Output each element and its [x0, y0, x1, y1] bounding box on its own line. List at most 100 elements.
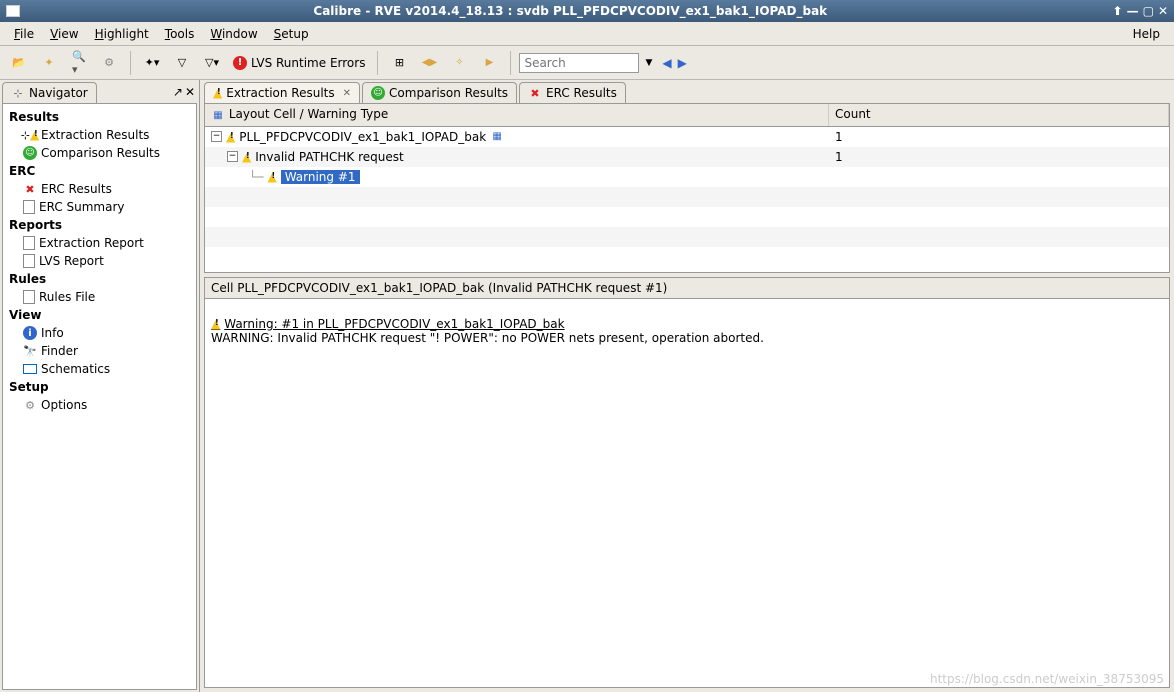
- main-area: ⊹ Navigator ↗ ✕ Results ⊹Extraction Resu…: [0, 80, 1174, 692]
- warn-icon: [226, 130, 235, 144]
- arrows-right-icon: ▶: [482, 56, 496, 70]
- tab-comparison-results[interactable]: ☺ Comparison Results: [362, 82, 517, 103]
- menu-highlight[interactable]: Highlight: [87, 25, 157, 43]
- binoculars-icon: 🔭: [23, 344, 37, 358]
- table-row-selected[interactable]: └─ Warning #1: [205, 167, 1169, 187]
- nav-info[interactable]: iInfo: [3, 324, 196, 342]
- gear-button[interactable]: ⚙: [96, 50, 122, 76]
- nav-popout[interactable]: ↗: [173, 85, 183, 99]
- window-title: Calibre - RVE v2014.4_18.13 : svdb PLL_P…: [28, 4, 1113, 18]
- open-button[interactable]: 📂: [6, 50, 32, 76]
- warn-icon: [211, 317, 220, 331]
- nav-erc-summary[interactable]: ERC Summary: [3, 198, 196, 216]
- lvs-runtime-errors[interactable]: ! LVS Runtime Errors: [229, 56, 369, 70]
- table-row[interactable]: − Invalid PATHCHK request 1: [205, 147, 1169, 167]
- warn-icon: [242, 150, 251, 164]
- gear-icon: ⚙: [23, 398, 37, 412]
- tab-erc-results[interactable]: ✖ ERC Results: [519, 82, 626, 103]
- search-prev[interactable]: ◀: [662, 56, 671, 70]
- arrows-left-icon: ◀▶: [422, 56, 436, 70]
- menu-help[interactable]: Help: [1125, 25, 1168, 43]
- grid-button[interactable]: ⊞: [386, 50, 412, 76]
- warn-icon: [213, 86, 222, 100]
- results-header: ▦ Layout Cell / Warning Type Count: [205, 104, 1169, 127]
- arrows-button[interactable]: ◀▶: [416, 50, 442, 76]
- menu-file[interactable]: File: [6, 25, 42, 43]
- highlight-button[interactable]: ✦▾: [139, 50, 165, 76]
- results-body: − PLL_PFDCPVCODIV_ex1_bak1_IOPAD_bak ▦ 1…: [205, 127, 1169, 273]
- x-icon: ✖: [23, 182, 37, 196]
- nav-extraction-report[interactable]: Extraction Report: [3, 234, 196, 252]
- close-button[interactable]: ✕: [1158, 4, 1168, 18]
- minimize-button[interactable]: —: [1127, 4, 1139, 18]
- schematic-icon: [23, 364, 37, 374]
- menu-window[interactable]: Window: [202, 25, 265, 43]
- menu-tools[interactable]: Tools: [157, 25, 203, 43]
- nav-section-setup: Setup: [3, 378, 196, 396]
- nav-section-view: View: [3, 306, 196, 324]
- cell-icon: ▦: [211, 109, 225, 123]
- toolbar: 📂 ✦ 🔍▾ ⚙ ✦▾ ▽ ▽▾ ! LVS Runtime Errors ⊞ …: [0, 46, 1174, 80]
- restore-button[interactable]: ⬆: [1113, 4, 1123, 18]
- nav-rules-file[interactable]: Rules File: [3, 288, 196, 306]
- maximize-button[interactable]: ▢: [1143, 4, 1154, 18]
- results-pane: ▦ Layout Cell / Warning Type Count − PLL…: [204, 103, 1170, 273]
- smile-icon: ☺: [23, 146, 37, 160]
- table-row[interactable]: − PLL_PFDCPVCODIV_ex1_bak1_IOPAD_bak ▦ 1: [205, 127, 1169, 147]
- menu-setup[interactable]: Setup: [266, 25, 317, 43]
- search-next[interactable]: ▶: [678, 56, 687, 70]
- info-icon: i: [23, 326, 37, 340]
- center-button[interactable]: ✧: [446, 50, 472, 76]
- nav-section-erc: ERC: [3, 162, 196, 180]
- nav-section-results: Results: [3, 108, 196, 126]
- nav-section-rules: Rules: [3, 270, 196, 288]
- filter-icon: ▽: [175, 56, 189, 70]
- zoom-button[interactable]: 🔍▾: [66, 50, 92, 76]
- highlight-icon: ✦▾: [145, 56, 159, 70]
- nav-comparison-results[interactable]: ☺Comparison Results: [3, 144, 196, 162]
- table-row-empty: [205, 247, 1169, 267]
- expander[interactable]: −: [227, 151, 238, 162]
- tab-extraction-results[interactable]: Extraction Results ✕: [204, 82, 360, 103]
- detail-pane: Cell PLL_PFDCPVCODIV_ex1_bak1_IOPAD_bak …: [204, 277, 1170, 688]
- filter2-button[interactable]: ▽▾: [199, 50, 225, 76]
- nav-section-reports: Reports: [3, 216, 196, 234]
- error-icon: !: [233, 56, 247, 70]
- arrows-right-button[interactable]: ▶: [476, 50, 502, 76]
- navigator-tree: Results ⊹Extraction Results ☺Comparison …: [2, 103, 197, 690]
- tabs-row: Extraction Results ✕ ☺ Comparison Result…: [200, 80, 1174, 103]
- app-icon: [6, 5, 20, 17]
- folder-icon: 📂: [12, 56, 26, 70]
- navigator-tab[interactable]: ⊹ Navigator: [2, 82, 97, 103]
- wand-icon: ✦: [42, 56, 56, 70]
- nav-options[interactable]: ⚙Options: [3, 396, 196, 414]
- tree-connector: └─: [249, 170, 263, 184]
- table-row-empty: [205, 187, 1169, 207]
- doc-icon: [23, 290, 35, 304]
- x-icon: ✖: [528, 86, 542, 100]
- doc-icon: [23, 200, 35, 214]
- warn-icon: [267, 170, 276, 184]
- nav-close[interactable]: ✕: [185, 85, 195, 99]
- nav-extraction-results[interactable]: ⊹Extraction Results: [3, 126, 196, 144]
- col-header-cell[interactable]: ▦ Layout Cell / Warning Type: [205, 104, 829, 126]
- nav-erc-results[interactable]: ✖ERC Results: [3, 180, 196, 198]
- gear-icon: ⚙: [102, 56, 116, 70]
- nav-finder[interactable]: 🔭Finder: [3, 342, 196, 360]
- expander[interactable]: −: [211, 131, 222, 142]
- window-controls: ⬆ — ▢ ✕: [1113, 4, 1168, 18]
- center-icon: ✧: [452, 56, 466, 70]
- filter-button[interactable]: ▽: [169, 50, 195, 76]
- search-dropdown[interactable]: ▼: [645, 58, 652, 68]
- nav-lvs-report[interactable]: LVS Report: [3, 252, 196, 270]
- doc-icon: [23, 254, 35, 268]
- window-titlebar: Calibre - RVE v2014.4_18.13 : svdb PLL_P…: [0, 0, 1174, 22]
- col-header-count[interactable]: Count: [829, 104, 1169, 126]
- cell-icon: ▦: [490, 130, 504, 144]
- nav-schematics[interactable]: Schematics: [3, 360, 196, 378]
- table-row-empty: [205, 207, 1169, 227]
- menu-view[interactable]: View: [42, 25, 86, 43]
- wand-button[interactable]: ✦: [36, 50, 62, 76]
- tab-close[interactable]: ✕: [343, 88, 351, 99]
- search-input[interactable]: [519, 53, 639, 73]
